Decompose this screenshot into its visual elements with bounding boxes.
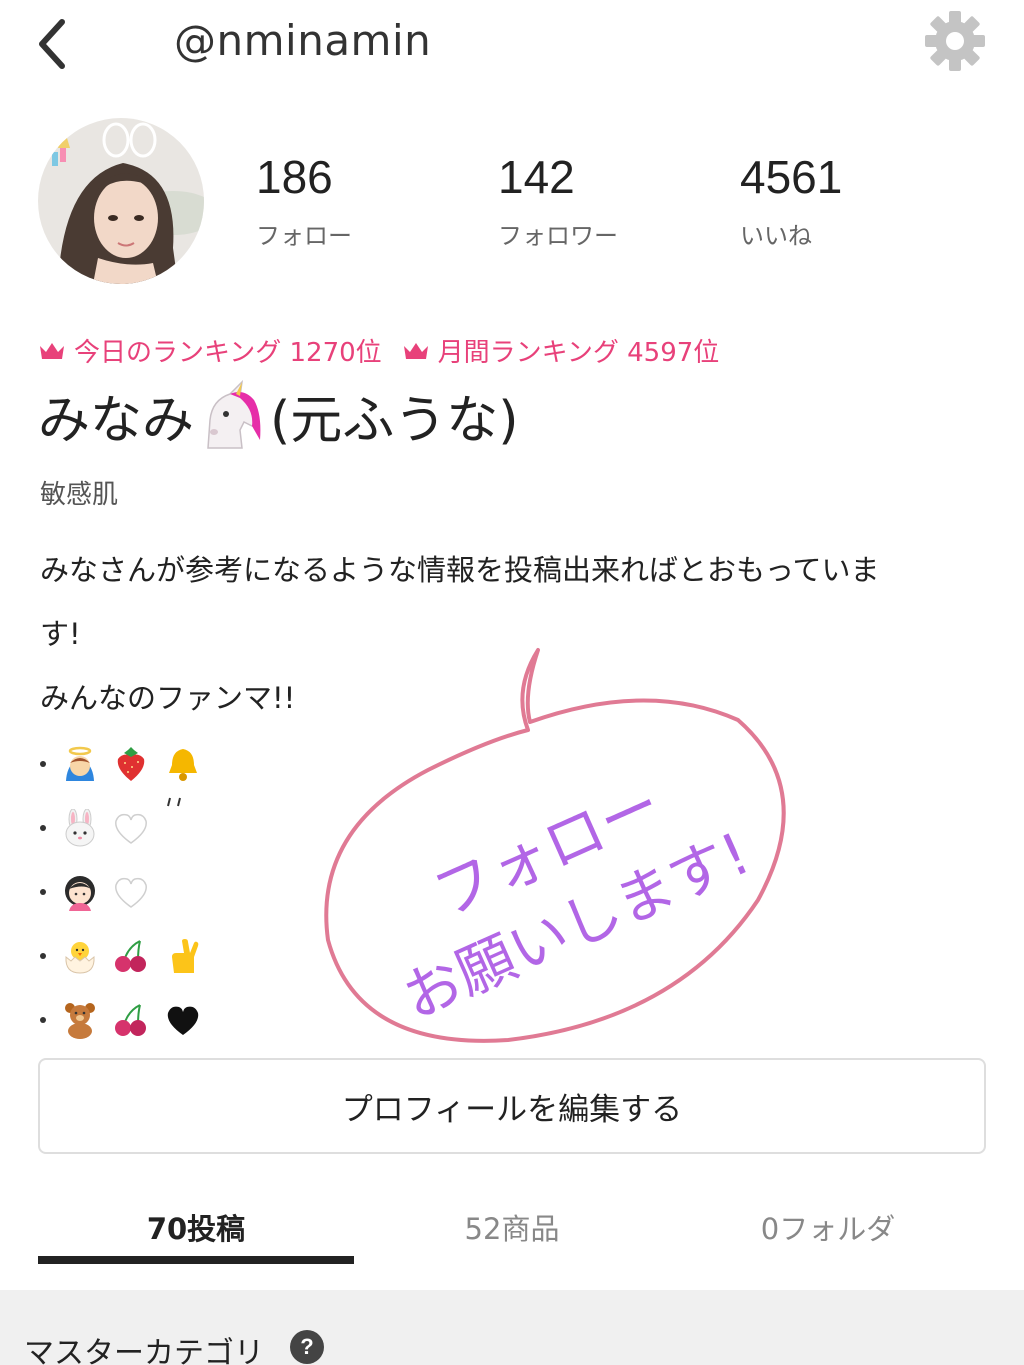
tab-products[interactable]: 52商品 xyxy=(354,1206,670,1248)
display-name-text: みなみ xyxy=(38,391,195,451)
chevron-left-icon xyxy=(39,19,65,69)
cherries-icon xyxy=(115,940,147,972)
daily-ranking-text: 今日のランキング 1270位 xyxy=(74,338,382,368)
edit-profile-button[interactable]: プロフィールを編集する xyxy=(38,1058,986,1154)
tab-folders[interactable]: 0フォルダ xyxy=(670,1206,986,1248)
monthly-ranking[interactable]: 月間ランキング 4597位 xyxy=(402,332,720,369)
gear-icon xyxy=(925,11,985,71)
crossed-fingers-icon xyxy=(171,939,198,973)
girl-icon xyxy=(65,876,96,911)
ticks-decoration xyxy=(166,797,181,807)
likes-label: いいね xyxy=(740,222,812,250)
black-heart-icon xyxy=(167,1006,198,1035)
bullet xyxy=(40,889,46,895)
stat-followers[interactable]: 142 フォロワー xyxy=(498,150,618,251)
followers-count: 142 xyxy=(498,151,575,203)
following-label: フォロー xyxy=(256,222,352,250)
bell-icon xyxy=(168,749,197,781)
rabbit-icon xyxy=(65,809,95,847)
crown-icon xyxy=(403,342,428,359)
stat-likes[interactable]: 4561 いいね xyxy=(740,150,842,251)
back-button[interactable] xyxy=(30,14,80,74)
unicorn-icon xyxy=(207,379,261,449)
display-name-suffix: (元ふうな) xyxy=(270,391,519,451)
stat-following[interactable]: 186 フォロー xyxy=(256,150,352,251)
help-icon[interactable]: ? xyxy=(290,1330,324,1364)
username: @nminamin xyxy=(174,16,432,65)
teddy-bear-icon xyxy=(65,1003,96,1039)
display-name: みなみ (元ふうな) xyxy=(38,378,519,453)
bullet xyxy=(40,825,46,831)
crown-icon xyxy=(40,342,64,359)
active-tab-indicator xyxy=(38,1256,354,1264)
bio-line: みなさんが参考になるような情報を投稿出来ればとおもっていま xyxy=(40,553,880,587)
strawberry-icon xyxy=(118,747,145,781)
monthly-ranking-text: 月間ランキング 4597位 xyxy=(437,338,720,368)
speech-bubble-overlay: フォロー お願いします! xyxy=(324,648,786,1043)
settings-button[interactable] xyxy=(922,8,988,74)
following-count: 186 xyxy=(256,151,333,203)
followers-label: フォロワー xyxy=(498,222,618,250)
bullet xyxy=(40,761,46,767)
cherries-icon xyxy=(115,1004,147,1036)
bullet xyxy=(40,1017,46,1023)
avatar[interactable] xyxy=(38,118,204,284)
category-bar: マスターカテゴリ ? xyxy=(0,1290,1024,1365)
likes-count: 4561 xyxy=(740,151,843,203)
daily-ranking[interactable]: 今日のランキング 1270位 xyxy=(38,332,382,369)
avatar-photo xyxy=(38,118,204,284)
tab-posts[interactable]: 70投稿 xyxy=(38,1206,354,1248)
hatching-chick-icon xyxy=(65,942,95,974)
ranking-row: 今日のランキング 1270位 月間ランキング 4597位 xyxy=(38,332,739,369)
white-heart-icon xyxy=(115,813,148,844)
category-title: マスターカテゴリ xyxy=(24,1336,264,1365)
white-heart-icon xyxy=(115,877,148,908)
angel-icon xyxy=(66,746,95,781)
bullet xyxy=(40,953,46,959)
header: @nminamin xyxy=(0,0,1024,100)
skin-type: 敏感肌 xyxy=(40,480,119,510)
